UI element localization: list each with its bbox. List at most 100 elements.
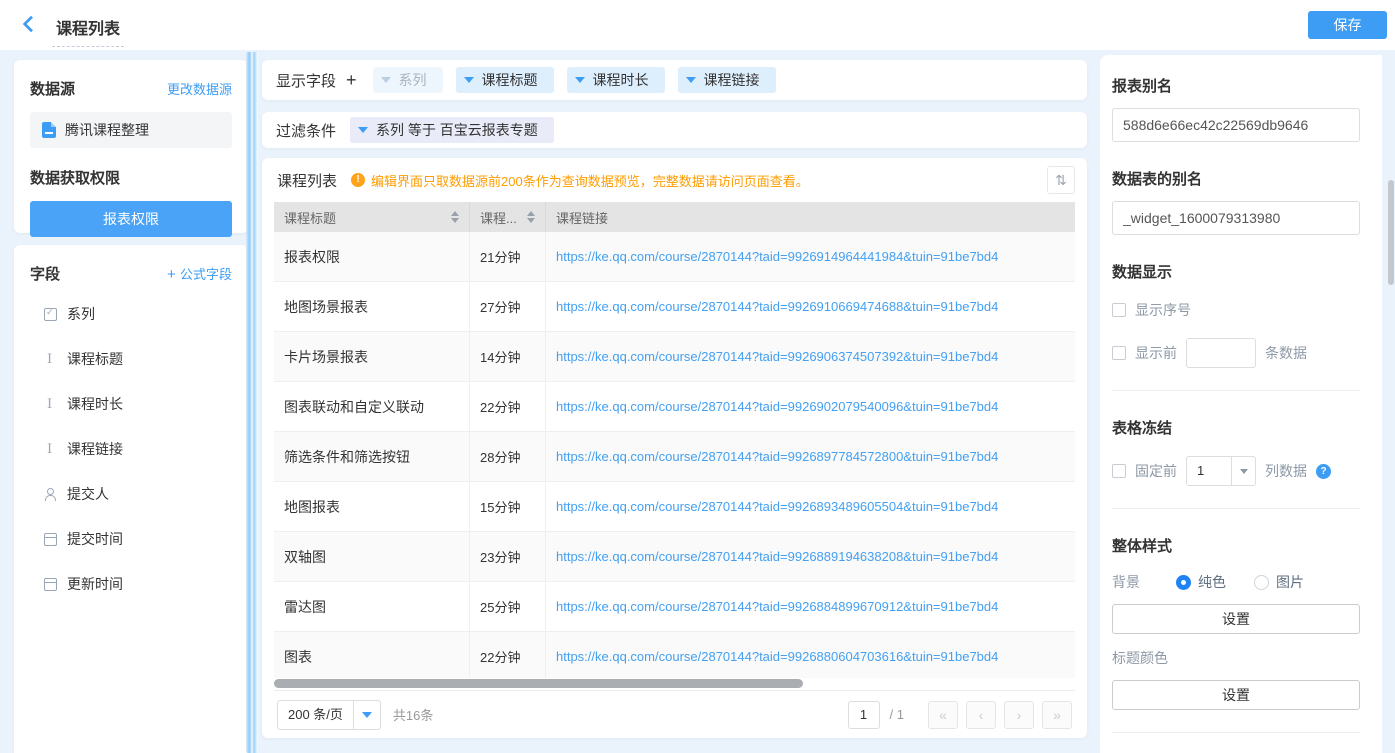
cell-course-duration: 14分钟 (470, 332, 546, 381)
field-type-icon (44, 578, 57, 591)
tag-label: 课程标题 (482, 67, 538, 93)
page-size-value: 200 条/页 (278, 701, 353, 729)
save-button[interactable]: 保存 (1308, 11, 1387, 39)
cell-course-duration: 25分钟 (470, 582, 546, 631)
next-page-button[interactable]: › (1004, 701, 1034, 729)
page-number-input[interactable] (848, 701, 880, 729)
cell-course-link[interactable]: https://ke.qq.com/course/2870144?taid=99… (546, 432, 1075, 481)
filter-condition-tag[interactable]: 系列 等于 百宝云报表专题 (350, 117, 554, 143)
freeze-checkbox[interactable] (1112, 464, 1126, 478)
first-page-button[interactable]: « (928, 701, 958, 729)
datasource-section-title: 数据源 (30, 78, 75, 99)
display-fields-bar: 显示字段 + 系列 课程标题 课程时长 课程链接 (262, 60, 1087, 100)
table-alias-input[interactable] (1112, 201, 1360, 235)
display-field-tag[interactable]: 课程时长 (567, 67, 665, 93)
bg-solid-option[interactable]: 纯色 (1176, 572, 1226, 592)
filter-bar: 过滤条件 系列 等于 百宝云报表专题 (262, 112, 1087, 148)
window-scrollbar-thumb[interactable] (1388, 180, 1394, 285)
title-color-set-button[interactable]: 设置 (1112, 680, 1360, 710)
display-field-tag[interactable]: 课程标题 (456, 67, 554, 93)
divider (1112, 508, 1360, 509)
sort-arrows-icon (527, 211, 535, 223)
cell-course-link[interactable]: https://ke.qq.com/course/2870144?taid=99… (546, 382, 1075, 431)
page-title[interactable]: 课程列表 (52, 15, 124, 47)
datasource-name: 腾讯课程整理 (65, 120, 149, 140)
horizontal-scrollbar-thumb[interactable] (274, 679, 803, 688)
background-set-button[interactable]: 设置 (1112, 604, 1360, 634)
cell-course-title: 卡片场景报表 (274, 332, 470, 381)
overall-style-title: 整体样式 (1112, 535, 1360, 556)
chevron-down-icon (1231, 457, 1255, 485)
report-alias-input[interactable] (1112, 108, 1360, 142)
sort-toggle-button[interactable]: ⇅ (1047, 166, 1075, 194)
cell-course-duration: 28分钟 (470, 432, 546, 481)
freeze-suffix: 列数据 (1265, 461, 1307, 481)
preview-warning: ! 编辑界面只取数据源前200条作为查询数据预览，完整数据请访问页面查看。 (351, 171, 809, 190)
prev-page-button[interactable]: ‹ (966, 701, 996, 729)
permission-section-title: 数据获取权限 (30, 167, 232, 188)
page-size-select[interactable]: 200 条/页 (277, 700, 381, 730)
radio-selected-icon (1176, 575, 1191, 590)
show-first-suffix: 条数据 (1265, 343, 1307, 363)
field-item[interactable]: 系列 (30, 299, 232, 329)
display-field-tag[interactable]: 课程链接 (678, 67, 776, 93)
datasource-panel: 数据源 更改数据源 腾讯课程整理 数据获取权限 报表权限 (14, 60, 248, 233)
bg-image-option[interactable]: 图片 (1254, 572, 1304, 592)
page-total: / 1 (890, 707, 904, 722)
cell-course-link[interactable]: https://ke.qq.com/course/2870144?taid=99… (546, 532, 1075, 581)
cell-course-link[interactable]: https://ke.qq.com/course/2870144?taid=99… (546, 232, 1075, 281)
cell-course-link[interactable]: https://ke.qq.com/course/2870144?taid=99… (546, 582, 1075, 631)
report-permission-button[interactable]: 报表权限 (30, 201, 232, 237)
field-item[interactable]: 课程链接 (30, 434, 232, 464)
display-field-tag[interactable]: 系列 (373, 67, 443, 93)
table-alias-label: 数据表的别名 (1112, 168, 1360, 189)
freeze-count-select[interactable]: 1 (1186, 456, 1256, 486)
change-datasource-link[interactable]: 更改数据源 (167, 79, 232, 98)
cell-course-duration: 15分钟 (470, 482, 546, 531)
datasource-item[interactable]: 腾讯课程整理 (30, 112, 232, 148)
field-item[interactable]: 提交人 (30, 479, 232, 509)
field-type-icon (44, 353, 57, 366)
field-item[interactable]: 课程标题 (30, 344, 232, 374)
show-index-label: 显示序号 (1135, 300, 1191, 320)
column-header-course-link: 课程链接 (546, 202, 1075, 232)
bg-image-label: 图片 (1276, 572, 1304, 592)
show-index-checkbox[interactable] (1112, 303, 1126, 317)
tag-label: 系列 (399, 67, 427, 93)
table-title: 课程列表 (277, 170, 337, 191)
cell-course-title: 图表 (274, 632, 470, 678)
help-icon[interactable]: ? (1316, 464, 1331, 479)
column-header-course-title[interactable]: 课程标题 (274, 202, 470, 232)
add-display-field-icon[interactable]: + (346, 70, 357, 91)
show-first-checkbox[interactable] (1112, 346, 1126, 360)
show-first-count-input[interactable] (1186, 338, 1256, 368)
pagination-bar: 200 条/页 共16条 / 1 « ‹ › » (274, 690, 1075, 738)
last-page-button[interactable]: » (1042, 701, 1072, 729)
back-icon[interactable] (20, 15, 38, 33)
bg-solid-label: 纯色 (1198, 572, 1226, 592)
cell-course-link[interactable]: https://ke.qq.com/course/2870144?taid=99… (546, 482, 1075, 531)
cell-course-title: 雷达图 (274, 582, 470, 631)
cell-course-duration: 23分钟 (470, 532, 546, 581)
field-label: 课程链接 (67, 439, 123, 459)
report-alias-label: 报表别名 (1112, 75, 1360, 96)
panel-splitter[interactable] (246, 52, 258, 753)
column-header-course-duration[interactable]: 课程... (470, 202, 546, 232)
freeze-title: 表格冻结 (1112, 417, 1360, 438)
display-fields-label: 显示字段 (276, 70, 336, 91)
add-formula-field-link[interactable]: 公式字段 (167, 264, 232, 283)
table-row: 报表权限 21分钟 https://ke.qq.com/course/28701… (274, 232, 1075, 282)
column-label: 课程链接 (556, 208, 608, 227)
fields-panel: 字段 公式字段 系列 课程标题 课程时长 课程链接 (14, 245, 248, 753)
horizontal-scrollbar (274, 678, 1075, 690)
field-type-icon (44, 308, 57, 321)
table-row: 双轴图 23分钟 https://ke.qq.com/course/287014… (274, 532, 1075, 582)
table-row: 图表联动和自定义联动 22分钟 https://ke.qq.com/course… (274, 382, 1075, 432)
field-item[interactable]: 更新时间 (30, 569, 232, 599)
cell-course-link[interactable]: https://ke.qq.com/course/2870144?taid=99… (546, 632, 1075, 678)
cell-course-link[interactable]: https://ke.qq.com/course/2870144?taid=99… (546, 332, 1075, 381)
cell-course-link[interactable]: https://ke.qq.com/course/2870144?taid=99… (546, 282, 1075, 331)
field-item[interactable]: 课程时长 (30, 389, 232, 419)
field-item[interactable]: 提交时间 (30, 524, 232, 554)
field-type-icon (44, 443, 57, 456)
